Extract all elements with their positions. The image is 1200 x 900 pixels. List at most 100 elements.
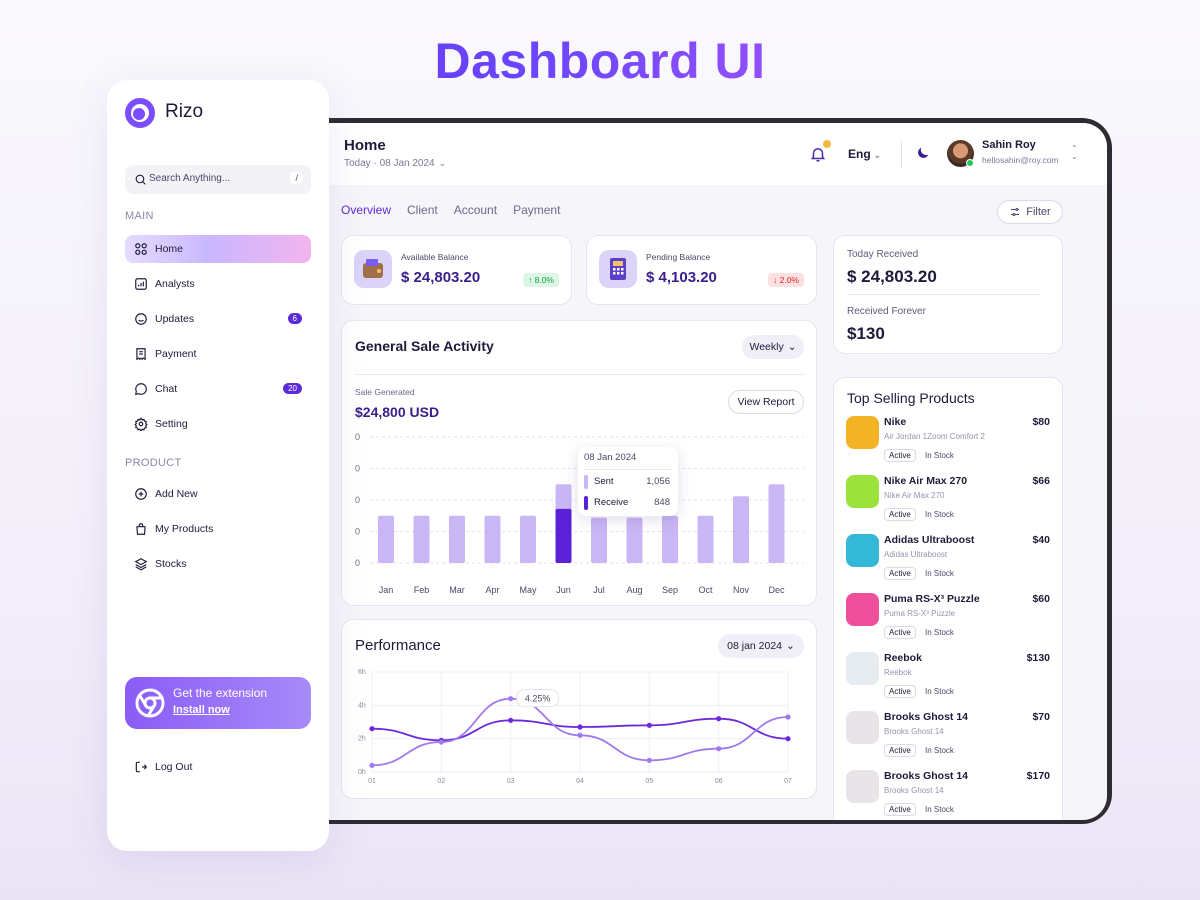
sidebar-item-label: Stocks <box>155 558 187 570</box>
tab-overview[interactable]: Overview <box>341 203 391 217</box>
tooltip-sent-value: 1,056 <box>646 476 670 487</box>
sale-generated-value: $24,800 USD <box>355 404 440 420</box>
install-now-link[interactable]: Install now <box>173 704 230 716</box>
product-subtitle: Puma RS-X³ Puzzle <box>884 609 956 618</box>
user-email: hellosahin@roy.com <box>982 155 1059 165</box>
performance-date-dropdown[interactable]: 08 jan 2024 ⌄ <box>718 634 804 658</box>
sidebar-item-label: Home <box>155 243 184 255</box>
filter-button[interactable]: Filter <box>997 200 1063 224</box>
bar-sent <box>484 515 501 563</box>
chart-icon <box>135 278 147 290</box>
performance-card: Performance 08 jan 2024 ⌄ 01 02 03 04 05 06 07 0… <box>341 619 817 799</box>
logout-button[interactable]: Log Out <box>134 760 192 774</box>
period-dropdown[interactable]: Weekly ⌄ <box>742 335 804 359</box>
chevron-down-icon: ⌄ <box>787 341 797 353</box>
product-price: $80 <box>1032 416 1050 428</box>
search-shortcut: / <box>290 172 303 184</box>
x-tick-label: 01 <box>368 778 376 785</box>
grid-icon <box>135 243 147 255</box>
product-row[interactable]: Puma RS-X³ Puzzle Puma RS-X³ Puzzle $60 Act… <box>846 593 1050 649</box>
x-tick-label: Jan <box>379 585 394 595</box>
sidebar-item-label: Updates <box>155 313 195 325</box>
language-selector[interactable]: Eng ⌄ <box>848 147 881 161</box>
product-price: $66 <box>1032 475 1050 487</box>
sidebar-item-add-new[interactable]: Add New <box>125 480 311 508</box>
product-row[interactable]: Nike Air Jordan 1Zoom Comfort 2 $80 Active I… <box>846 416 1050 472</box>
product-row[interactable]: Reebok Reebok $130 Active In Stock <box>846 652 1050 708</box>
available-balance-label: Available Balance <box>401 252 469 262</box>
product-price: $170 <box>1026 770 1050 782</box>
x-tick-label: 04 <box>576 778 584 785</box>
search-placeholder: Search Anything... <box>149 173 231 184</box>
chevron-updown-icon[interactable]: ⌃ ⌄ <box>1071 145 1078 161</box>
tab-payment[interactable]: Payment <box>513 203 560 217</box>
tab-client[interactable]: Client <box>407 203 438 217</box>
product-subtitle: Reebok <box>884 668 912 677</box>
sidebar-item-label: Chat <box>155 383 178 395</box>
available-balance-value: $ 24,803.20 <box>401 269 481 286</box>
product-row[interactable]: Nike Air Max 270 Nike Air Max 270 $66 Activ… <box>846 475 1050 531</box>
status-badge: Active <box>884 626 916 639</box>
x-tick-label: Dec <box>768 585 785 595</box>
sidebar-item-updates[interactable]: Updates 6 <box>125 305 311 333</box>
y-tick-label: 0 <box>355 432 360 442</box>
bell-icon[interactable] <box>809 145 827 163</box>
date-selector[interactable]: Today · 08 Jan 2024 ⌄ <box>344 158 446 169</box>
sidebar-item-home[interactable]: Home <box>125 235 311 263</box>
data-point <box>369 726 375 732</box>
date-label: Today · 08 Jan 2024 <box>344 158 435 169</box>
sidebar-item-chat[interactable]: Chat 20 <box>125 375 311 403</box>
data-point <box>785 736 791 742</box>
tab-account[interactable]: Account <box>454 203 497 217</box>
data-point <box>716 716 722 722</box>
chat-icon <box>135 383 147 395</box>
bar-sent <box>662 515 678 563</box>
bar-sent <box>733 496 749 563</box>
product-subtitle: Nike Air Max 270 <box>884 491 945 500</box>
brand-name: Rizo <box>165 101 204 122</box>
bar-sent <box>626 517 643 563</box>
status-badge: Active <box>884 803 916 816</box>
user-name: Sahin Roy <box>982 139 1036 151</box>
extension-banner[interactable]: Get the extension Install now <box>125 677 311 729</box>
data-point <box>646 722 652 728</box>
product-subtitle: Adidas Ultraboost <box>884 550 948 559</box>
y-tick-label: 0 <box>355 495 360 505</box>
sidebar-item-setting[interactable]: Setting <box>125 410 311 438</box>
sidebar-item-my-products[interactable]: My Products <box>125 515 311 543</box>
updates-count-badge: 6 <box>287 313 302 324</box>
product-row[interactable]: Brooks Ghost 14 Brooks Ghost 14 $170 Active… <box>846 770 1050 820</box>
view-report-button[interactable]: View Report <box>728 390 804 414</box>
product-subtitle: Brooks Ghost 14 <box>884 727 944 736</box>
x-tick-label: Jun <box>556 585 571 595</box>
bar-sent <box>520 515 536 563</box>
stock-label: In Stock <box>925 687 954 696</box>
sidebar: Rizo Search Anything... / MAIN Home Anal… <box>107 80 329 851</box>
top-selling-card: Top Selling Products Nike Air Jordan 1Zoo… <box>833 377 1063 820</box>
moon-icon[interactable] <box>915 145 931 161</box>
sidebar-item-label: Add New <box>155 488 198 500</box>
sale-activity-title: General Sale Activity <box>355 338 494 354</box>
chevron-down-icon: ⌄ <box>873 150 882 160</box>
extension-title: Get the extension <box>173 686 268 700</box>
shoe-thumbnail <box>846 652 879 685</box>
sidebar-item-analysts[interactable]: Analysts <box>125 270 311 298</box>
product-row[interactable]: Brooks Ghost 14 Brooks Ghost 14 $70 Active I… <box>846 711 1050 767</box>
product-name: Nike <box>884 416 907 428</box>
sidebar-item-stocks[interactable]: Stocks <box>125 550 311 578</box>
data-point <box>577 724 583 730</box>
received-forever-value: $130 <box>847 324 885 343</box>
x-tick-label: 07 <box>784 778 792 785</box>
product-subtitle: Air Jordan 1Zoom Comfort 2 <box>884 432 985 441</box>
bar-sent <box>449 515 465 563</box>
sliders-icon <box>1011 208 1020 216</box>
product-row[interactable]: Adidas Ultraboost Adidas Ultraboost $40 Act… <box>846 534 1050 590</box>
product-subtitle: Brooks Ghost 14 <box>884 786 944 795</box>
rizo-logo-icon <box>125 98 155 128</box>
y-tick-label: 0 <box>355 464 360 474</box>
sidebar-item-payment[interactable]: Payment <box>125 340 311 368</box>
product-price: $40 <box>1032 534 1050 546</box>
search-input[interactable]: Search Anything... / <box>125 165 311 194</box>
y-tick-label: 0 <box>355 527 360 537</box>
data-point <box>369 762 375 768</box>
